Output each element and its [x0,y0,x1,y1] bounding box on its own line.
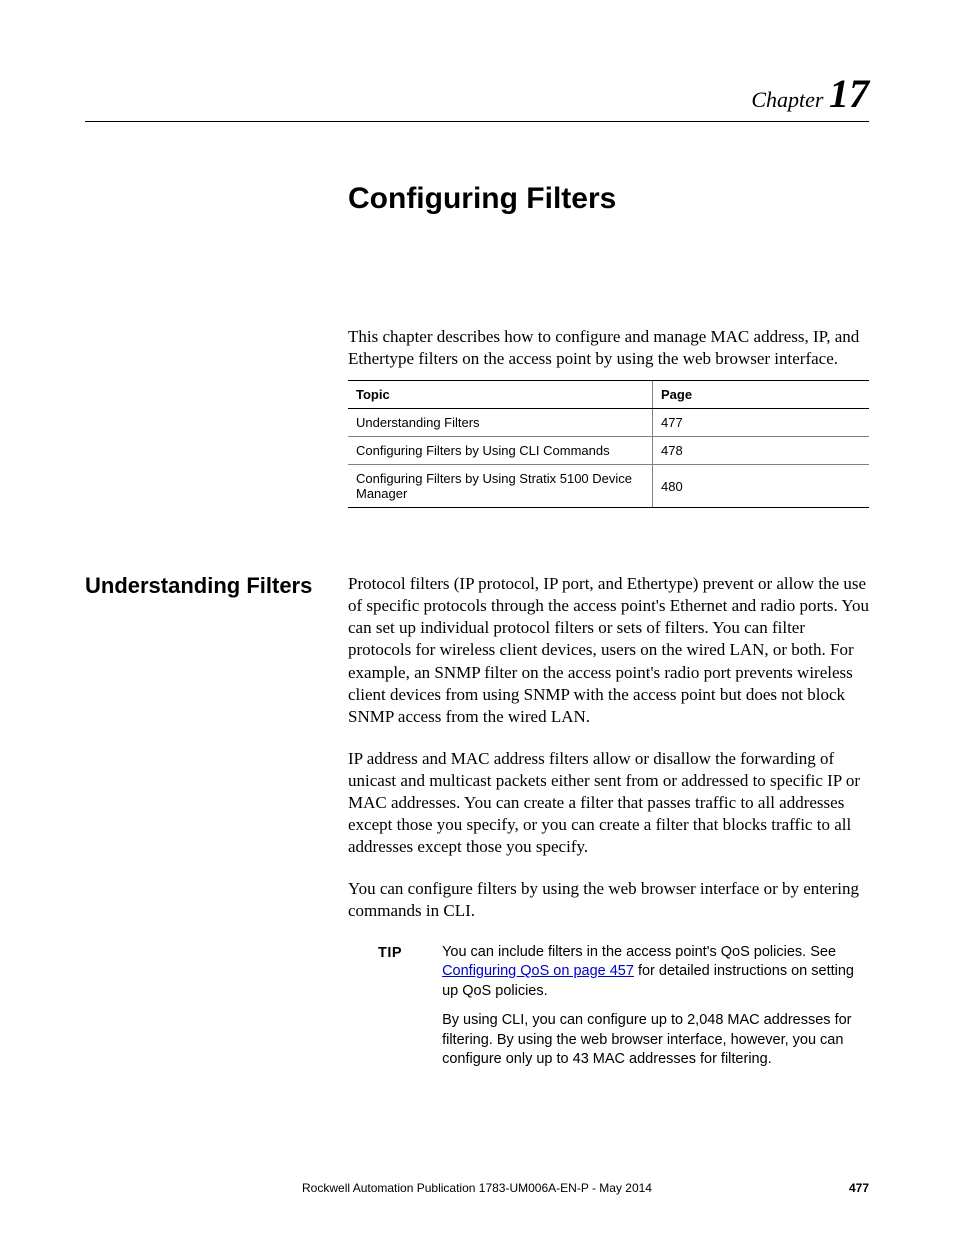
section-understanding-filters: Understanding Filters Protocol filters (… [348,573,869,1080]
table-cell-topic: Configuring Filters by Using Stratix 510… [348,465,653,508]
tip-text: You can include filters in the access po… [442,944,836,960]
page-title: Configuring Filters [348,182,869,216]
content-column: Configuring Filters This chapter describ… [348,182,869,1080]
tip-block: TIP You can include filters in the acces… [378,943,869,1080]
table-row: Configuring Filters by Using CLI Command… [348,437,869,465]
body-paragraph: You can configure filters by using the w… [348,878,869,922]
table-cell-page: 480 [653,465,870,508]
tip-paragraph: You can include filters in the access po… [442,943,869,1002]
chapter-header: Chapter 17 [85,70,869,122]
chapter-word: Chapter [751,87,823,112]
tip-label: TIP [378,943,402,964]
table-header-topic: Topic [348,381,653,409]
page: Chapter 17 Configuring Filters This chap… [0,0,954,1235]
footer-page-number: 477 [849,1181,869,1195]
link-configuring-qos[interactable]: Configuring QoS on page 457 [442,963,634,979]
table-row: Configuring Filters by Using Stratix 510… [348,465,869,508]
tip-body: You can include filters in the access po… [442,943,869,1080]
body-paragraph: Protocol filters (IP protocol, IP port, … [348,573,869,728]
tip-paragraph: By using CLI, you can configure up to 2,… [442,1011,869,1070]
table-cell-page: 478 [653,437,870,465]
section-heading: Understanding Filters [85,573,330,599]
table-cell-topic: Configuring Filters by Using CLI Command… [348,437,653,465]
topics-table: Topic Page Understanding Filters 477 Con… [348,380,869,508]
table-header-page: Page [653,381,870,409]
table-row: Understanding Filters 477 [348,409,869,437]
chapter-number: 17 [829,71,869,116]
table-cell-topic: Understanding Filters [348,409,653,437]
table-header-row: Topic Page [348,381,869,409]
intro-paragraph: This chapter describes how to configure … [348,326,869,370]
footer-text: Rockwell Automation Publication 1783-UM0… [302,1181,652,1195]
body-paragraph: IP address and MAC address filters allow… [348,748,869,858]
table-cell-page: 477 [653,409,870,437]
footer: Rockwell Automation Publication 1783-UM0… [85,1181,869,1195]
